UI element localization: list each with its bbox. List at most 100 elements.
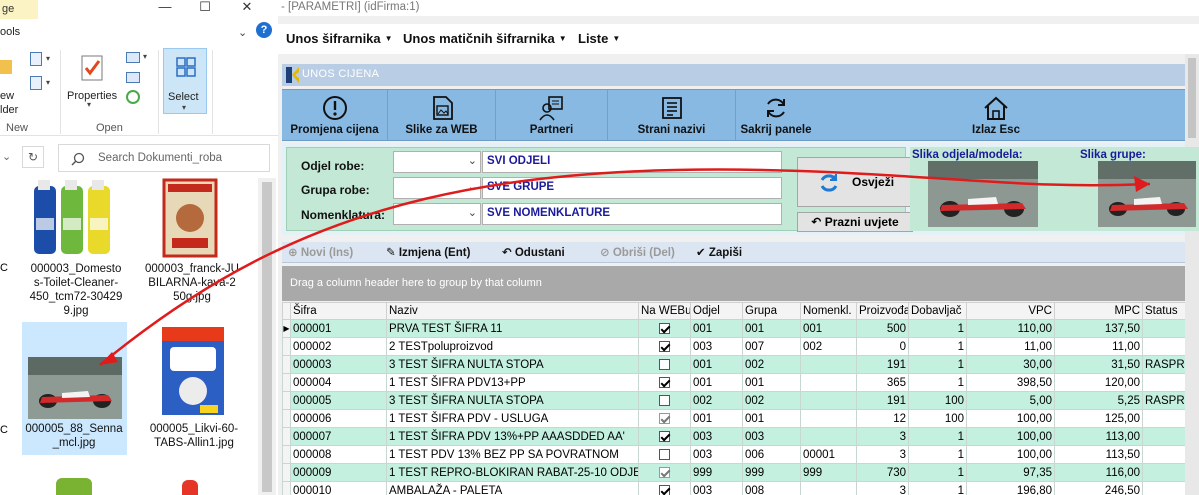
file-item[interactable]: 000005_Likvi-60- TABS-Allin1.jpg xyxy=(140,422,248,450)
table-cell[interactable] xyxy=(1142,409,1185,428)
column-header[interactable]: Odjel xyxy=(690,302,743,320)
table-cell[interactable]: 246,50 xyxy=(1054,481,1143,495)
scrollbar-thumb[interactable] xyxy=(262,182,272,492)
table-cell[interactable]: 191 xyxy=(856,391,909,410)
table-cell[interactable]: 398,50 xyxy=(966,373,1055,392)
table-cell[interactable]: 1 xyxy=(908,445,967,464)
table-cell[interactable] xyxy=(638,337,691,356)
table-cell[interactable]: 999 xyxy=(690,463,743,482)
row-indicator[interactable] xyxy=(282,445,291,464)
strani-nazivi-button[interactable]: Strani nazivi xyxy=(608,90,736,140)
refresh-icon[interactable]: ↻ xyxy=(22,146,44,168)
table-cell[interactable]: 3 xyxy=(856,481,909,495)
table-cell[interactable] xyxy=(638,481,691,495)
zapisi-button[interactable]: ✔ Zapiši xyxy=(696,245,742,259)
table-cell[interactable] xyxy=(800,391,857,410)
odjel-robe-combo[interactable]: ⌄ xyxy=(393,151,481,173)
menu-unos-maticnih-sifrarnika[interactable]: Unos matičnih šifrarnika ▼ xyxy=(403,31,567,46)
table-cell[interactable]: 1 TEST PDV 13% BEZ PP SA POVRATNOM xyxy=(386,445,639,464)
column-header[interactable]: VPC xyxy=(966,302,1055,320)
tab-tools[interactable]: ools xyxy=(0,26,20,38)
grupa-robe-combo[interactable]: ⌄ xyxy=(393,177,481,199)
nomenklatura-value[interactable]: SVE NOMENKLATURE xyxy=(482,203,782,225)
properties-icon[interactable] xyxy=(80,54,106,82)
table-row[interactable]: 000004 1 TEST ŠIFRA PDV13+PP 001 001 365 1 398… xyxy=(282,373,1185,392)
table-row[interactable]: 000005 3 TEST ŠIFRA NULTA STOPA 002 002 191 1… xyxy=(282,391,1185,410)
table-cell[interactable]: 196,80 xyxy=(966,481,1055,495)
table-cell[interactable]: 003 xyxy=(690,481,743,495)
table-cell[interactable]: 000002 xyxy=(290,337,387,356)
izlaz-esc-button[interactable]: Izlaz Esc xyxy=(916,90,1076,140)
web-checkbox[interactable] xyxy=(659,448,670,460)
web-checkbox[interactable] xyxy=(659,484,670,495)
chevron-down-icon[interactable]: ▾ xyxy=(46,54,50,63)
chevron-down-icon[interactable]: ⌄ xyxy=(2,150,11,163)
table-cell[interactable]: 00001 xyxy=(800,445,857,464)
chevron-down-icon[interactable]: ⌄ xyxy=(238,26,247,39)
table-cell[interactable]: RASPRODA xyxy=(1142,355,1185,374)
obrisi-button[interactable]: ⊘ Obriši (Del) xyxy=(600,245,675,259)
table-cell[interactable]: 100,00 xyxy=(966,445,1055,464)
row-indicator[interactable] xyxy=(282,373,291,392)
table-cell[interactable]: 3 TEST ŠIFRA NULTA STOPA xyxy=(386,391,639,410)
table-cell[interactable]: 1 xyxy=(908,373,967,392)
table-cell[interactable]: 30,00 xyxy=(966,355,1055,374)
table-cell[interactable]: 000006 xyxy=(290,409,387,428)
edit-icon[interactable] xyxy=(126,72,140,83)
table-cell[interactable] xyxy=(1142,427,1185,446)
table-cell[interactable]: 003 xyxy=(690,337,743,356)
osvjezi-button[interactable]: Osvježi xyxy=(797,157,913,207)
table-cell[interactable]: 1 xyxy=(908,427,967,446)
table-cell[interactable]: 999 xyxy=(800,463,857,482)
column-header[interactable]: Proizvođa xyxy=(856,302,909,320)
table-cell[interactable]: 002 xyxy=(800,337,857,356)
table-cell[interactable]: 002 xyxy=(690,391,743,410)
column-header[interactable]: Naziv xyxy=(386,302,639,320)
table-cell[interactable]: 3 xyxy=(856,445,909,464)
table-cell[interactable]: 1 TEST ŠIFRA PDV 13%+PP AAASDDED AA' xyxy=(386,427,639,446)
table-cell[interactable]: 120,00 xyxy=(1054,373,1143,392)
table-row[interactable]: ▶ 000001 PRVA TEST ŠIFRA 11 001 001 001 500 1 11… xyxy=(282,319,1185,338)
search-input[interactable]: Search Dokumenti_roba xyxy=(58,144,270,172)
maximize-icon[interactable]: ☐ xyxy=(188,0,222,18)
table-cell[interactable]: RASPRODA xyxy=(1142,391,1185,410)
table-cell[interactable]: 500 xyxy=(856,319,909,338)
table-cell[interactable]: 100 xyxy=(908,391,967,410)
open-icon[interactable] xyxy=(126,52,140,63)
table-cell[interactable]: 125,00 xyxy=(1054,409,1143,428)
table-cell[interactable]: 000004 xyxy=(290,373,387,392)
group-by-panel[interactable]: Drag a column header here to group by th… xyxy=(282,266,1185,301)
table-cell[interactable]: 1 TEST ŠIFRA PDV - USLUGA xyxy=(386,409,639,428)
column-header[interactable]: Na WEBu xyxy=(638,302,691,320)
table-row[interactable]: 000010 AMBALAŽA - PALETA 003 008 3 1 196,80 246… xyxy=(282,481,1185,495)
table-cell[interactable]: 1 xyxy=(908,319,967,338)
row-indicator[interactable] xyxy=(282,337,291,356)
table-cell[interactable]: 000005 xyxy=(290,391,387,410)
table-cell[interactable]: 137,50 xyxy=(1054,319,1143,338)
close-icon[interactable]: ✕ xyxy=(230,0,264,18)
web-checkbox[interactable] xyxy=(659,340,670,352)
select-button[interactable]: Select ▾ xyxy=(163,48,207,114)
file-thumbnail-domestos[interactable] xyxy=(32,178,112,258)
table-cell[interactable] xyxy=(800,373,857,392)
table-cell[interactable]: 100 xyxy=(908,409,967,428)
file-item[interactable]: 000003_franck-JU BILARNA-kava-2 50g.jpg xyxy=(138,262,246,304)
file-thumbnail-partial[interactable] xyxy=(56,478,92,495)
column-header[interactable]: Dobavljač xyxy=(908,302,967,320)
table-cell[interactable]: 003 xyxy=(742,427,801,446)
table-cell[interactable]: 3 TEST ŠIFRA NULTA STOPA xyxy=(386,355,639,374)
table-cell[interactable]: 191 xyxy=(856,355,909,374)
menu-liste[interactable]: Liste ▼ xyxy=(578,31,620,46)
chevron-down-icon[interactable]: ▾ xyxy=(87,100,91,109)
column-header[interactable]: Nomenkl. xyxy=(800,302,857,320)
table-cell[interactable]: 11,00 xyxy=(966,337,1055,356)
table-cell[interactable]: 730 xyxy=(856,463,909,482)
table-cell[interactable]: 001 xyxy=(742,409,801,428)
table-cell[interactable] xyxy=(1142,445,1185,464)
prazni-uvjete-button[interactable]: ↶ Prazni uvjete xyxy=(797,212,913,232)
menu-unos-sifrarnika[interactable]: Unos šifrarnika ▼ xyxy=(286,31,393,46)
odustani-button[interactable]: ↶ Odustani xyxy=(502,245,565,259)
file-thumbnail-senna-car[interactable] xyxy=(28,357,122,419)
web-checkbox[interactable] xyxy=(659,466,670,478)
table-cell[interactable]: 001 xyxy=(690,319,743,338)
